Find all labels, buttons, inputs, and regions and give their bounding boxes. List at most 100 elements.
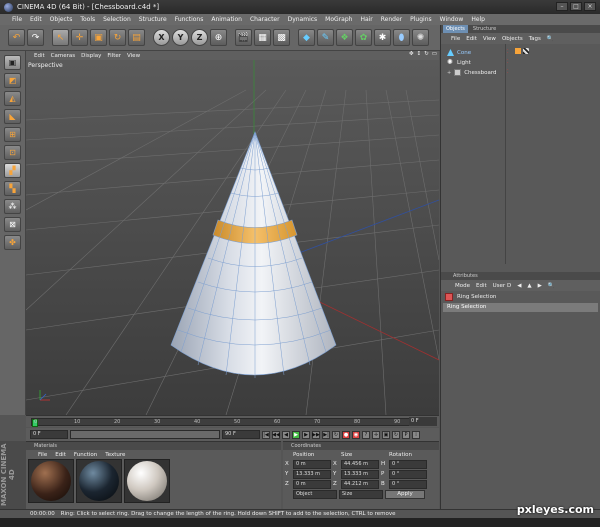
rotation-p-field[interactable]: 0 ° <box>389 469 427 479</box>
objects-menu-objects[interactable]: Objects <box>502 36 523 42</box>
menu-edit[interactable]: Edit <box>26 16 46 23</box>
nurbs-icon[interactable]: ❖ <box>336 29 353 46</box>
point-level-icon[interactable]: ⁞ <box>412 430 420 439</box>
size-y-field[interactable]: 13.333 m <box>341 469 379 479</box>
y-axis-lock-button[interactable]: Y <box>172 29 189 46</box>
visibility-dots-icon[interactable]: ⁚ <box>507 59 509 65</box>
polygons-mode-icon[interactable]: ▚ <box>4 181 21 196</box>
viewport-menu-edit[interactable]: Edit <box>34 53 45 59</box>
objects-menu-edit[interactable]: Edit <box>466 36 477 42</box>
menu-help[interactable]: Help <box>467 16 489 23</box>
preview-range-slider[interactable] <box>70 430 220 439</box>
menu-animation[interactable]: Animation <box>207 16 246 23</box>
size-mode-select[interactable]: Size <box>339 489 383 499</box>
menu-functions[interactable]: Functions <box>171 16 208 23</box>
position-x-field[interactable]: 0 m <box>293 459 331 469</box>
model-mode-icon[interactable]: ◩ <box>4 73 21 88</box>
move-tool-icon[interactable]: ✛ <box>71 29 88 46</box>
perspective-viewport[interactable]: Perspective <box>26 60 439 415</box>
autokey-icon[interactable]: ◉ <box>352 430 360 439</box>
maximize-button[interactable]: □ <box>570 2 582 11</box>
up-arrow-icon[interactable]: ▲ <box>527 283 531 289</box>
objects-menu-view[interactable]: View <box>483 36 496 42</box>
rotation-b-field[interactable]: 0 ° <box>389 479 427 489</box>
materials-menu-edit[interactable]: Edit <box>55 452 66 458</box>
live-selection-icon[interactable]: ↖ <box>52 29 69 46</box>
attributes-menu-mode[interactable]: Mode <box>455 283 470 289</box>
menu-selection[interactable]: Selection <box>99 16 135 23</box>
go-to-start-icon[interactable]: |◀ <box>262 430 270 439</box>
material-swatch[interactable] <box>28 459 74 503</box>
tab-structure[interactable]: Structure <box>470 25 499 33</box>
materials-menu-file[interactable]: File <box>38 452 47 458</box>
next-key-icon[interactable]: ▶▶ <box>312 430 320 439</box>
scale-key-icon[interactable]: ▣ <box>382 430 390 439</box>
edges-mode-icon[interactable]: ▞ <box>4 163 21 178</box>
object-item-cone[interactable]: Cone <box>447 48 471 57</box>
light-icon[interactable]: ✺ <box>412 29 429 46</box>
go-to-end-icon[interactable]: ▶| <box>322 430 330 439</box>
start-frame-field[interactable]: 0 F <box>30 430 68 439</box>
axis-mode-icon[interactable]: ⊞ <box>4 127 21 142</box>
object-mode-icon[interactable]: ◭ <box>4 91 21 106</box>
attribute-section-header[interactable]: Ring Selection <box>443 303 598 312</box>
snap-icon[interactable]: ⊠ <box>4 217 21 232</box>
position-z-field[interactable]: 0 m <box>293 479 331 489</box>
previous-key-icon[interactable]: ◀◀ <box>272 430 280 439</box>
viewport-menu-filter[interactable]: Filter <box>107 53 121 59</box>
record-icon[interactable]: ● <box>342 430 350 439</box>
viewport-menu-cameras[interactable]: Cameras <box>51 53 75 59</box>
render-picture-viewer-icon[interactable]: ▦ <box>254 29 271 46</box>
object-item-light[interactable]: ✺ Light <box>447 58 471 67</box>
current-frame-field[interactable]: 0 F <box>409 417 437 426</box>
rotate-tool-icon[interactable]: ↻ <box>109 29 126 46</box>
array-icon[interactable]: ✿ <box>355 29 372 46</box>
recent-tools-icon[interactable]: ▤ <box>128 29 145 46</box>
object-item-chessboard[interactable]: + Chessboard <box>447 68 497 77</box>
materials-menu-function[interactable]: Function <box>74 452 97 458</box>
previous-frame-icon[interactable]: ◀ <box>282 430 290 439</box>
forward-arrow-icon[interactable]: ▶ <box>538 283 542 289</box>
rotation-key-icon[interactable]: ↻ <box>392 430 400 439</box>
menu-structure[interactable]: Structure <box>135 16 171 23</box>
timeline-track[interactable]: 0 10 20 30 40 50 60 70 80 90 <box>31 418 411 427</box>
render-settings-icon[interactable]: ▩ <box>273 29 290 46</box>
material-swatch[interactable] <box>124 459 170 503</box>
workplane-icon[interactable]: ✤ <box>4 235 21 250</box>
phong-tag-icon[interactable] <box>515 48 521 54</box>
minimize-button[interactable]: – <box>556 2 568 11</box>
attributes-tab[interactable]: Attributes <box>441 272 600 280</box>
deformer-icon[interactable]: ✱ <box>374 29 391 46</box>
coordinate-mode-select[interactable]: Object <box>293 489 337 499</box>
pan-icon[interactable]: ✥ <box>409 51 414 57</box>
position-key-icon[interactable]: ✛ <box>372 430 380 439</box>
search-icon[interactable]: 🔍 <box>547 36 554 42</box>
x-axis-lock-button[interactable]: X <box>153 29 170 46</box>
tweak-mode-icon[interactable]: ⁂ <box>4 199 21 214</box>
undo-icon[interactable]: ↶ <box>8 29 25 46</box>
end-frame-field[interactable]: 90 F <box>222 430 260 439</box>
scale-tool-icon[interactable]: ▣ <box>90 29 107 46</box>
coordinate-system-icon[interactable]: ⊕ <box>210 29 227 46</box>
render-view-icon[interactable]: 🎬 <box>235 29 252 46</box>
size-z-field[interactable]: 44.212 m <box>341 479 379 489</box>
rotation-h-field[interactable]: 0 ° <box>389 459 427 469</box>
visibility-dots-icon[interactable]: ⁚ <box>507 69 509 75</box>
scene-object-icon[interactable]: ⬮ <box>393 29 410 46</box>
materials-tab[interactable]: Materials <box>26 442 281 450</box>
menu-window[interactable]: Window <box>436 16 468 23</box>
orbit-icon[interactable]: ↻ <box>424 51 429 57</box>
coordinates-tab[interactable]: Coordinates <box>283 442 439 450</box>
menu-mograph[interactable]: MoGraph <box>321 16 356 23</box>
redo-icon[interactable]: ↷ <box>27 29 44 46</box>
menu-render[interactable]: Render <box>377 16 406 23</box>
attributes-menu-edit[interactable]: Edit <box>476 283 487 289</box>
attributes-menu-user-data[interactable]: User D <box>493 283 512 289</box>
texture-tag-icon[interactable] <box>523 48 529 54</box>
points-mode-icon[interactable]: ⊡ <box>4 145 21 160</box>
texture-mode-icon[interactable]: ◣ <box>4 109 21 124</box>
maximize-view-icon[interactable]: ▭ <box>432 51 437 57</box>
menu-objects[interactable]: Objects <box>46 16 77 23</box>
spline-pen-icon[interactable]: ✎ <box>317 29 334 46</box>
menu-character[interactable]: Character <box>246 16 284 23</box>
